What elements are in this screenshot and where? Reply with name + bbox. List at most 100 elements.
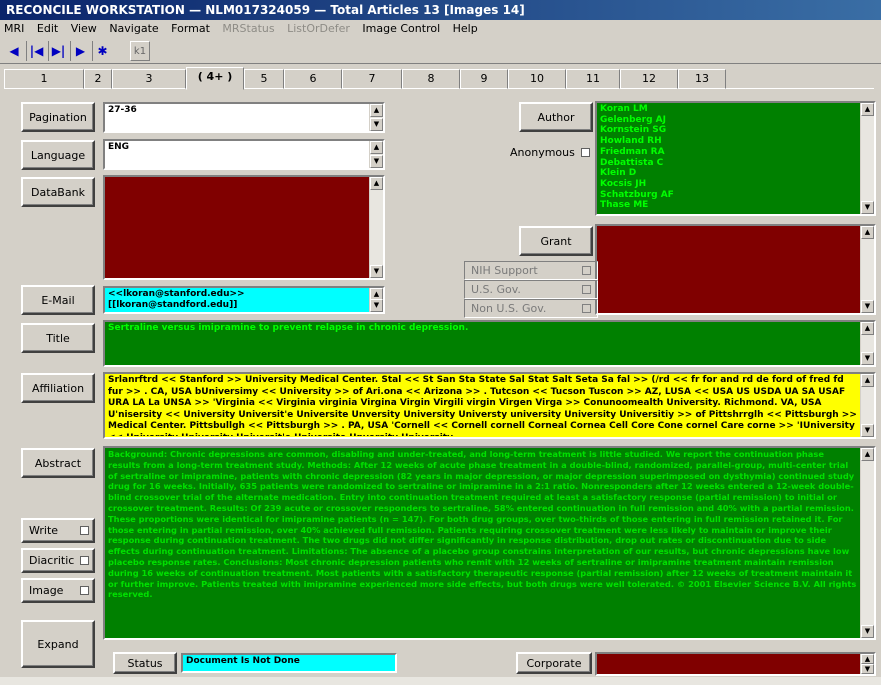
menu-image-control[interactable]: Image Control: [362, 22, 440, 35]
star-icon[interactable]: ✱: [92, 41, 112, 61]
language-field[interactable]: ENG ▲ ▼: [103, 139, 385, 170]
scroll-up-icon[interactable]: ▲: [861, 322, 874, 335]
first-article-icon[interactable]: ◀: [4, 41, 24, 61]
scroll-up-icon[interactable]: ▲: [370, 104, 383, 117]
tab-3[interactable]: 3: [112, 69, 186, 89]
tab-4-active[interactable]: ( 4+ ): [186, 67, 244, 90]
scroll-up-icon[interactable]: ▲: [861, 448, 874, 461]
email-field[interactable]: <<lkoran@stanford.edu>>[[lkoran@standfor…: [103, 286, 385, 314]
email-button[interactable]: E-Mail: [21, 285, 95, 315]
affiliation-field[interactable]: Srlanrftrd << Stanford >> University Med…: [103, 372, 876, 439]
scroll-down-icon[interactable]: ▼: [861, 424, 874, 437]
scroll-up-icon[interactable]: ▲: [861, 374, 874, 387]
write-check-box[interactable]: [80, 526, 89, 535]
grant-scrollbar[interactable]: ▲ ▼: [860, 226, 874, 313]
menu-help[interactable]: Help: [453, 22, 478, 35]
next-article-icon[interactable]: ▶|: [48, 41, 68, 61]
scroll-up-icon[interactable]: ▲: [370, 141, 383, 154]
nih-support-check-box[interactable]: [582, 266, 591, 275]
nih-support-option[interactable]: NIH Support: [464, 261, 598, 280]
scroll-up-icon[interactable]: ▲: [861, 103, 874, 116]
author-item[interactable]: Kornstein SG: [600, 125, 858, 136]
image-check-box[interactable]: [80, 586, 89, 595]
databank-scrollbar[interactable]: ▲ ▼: [369, 177, 383, 278]
title-field[interactable]: Sertraline versus imipramine to prevent …: [103, 320, 876, 367]
tab-11[interactable]: 11: [566, 69, 620, 89]
email-scrollbar[interactable]: ▲ ▼: [369, 288, 383, 312]
abstract-button[interactable]: Abstract: [21, 448, 95, 478]
author-item[interactable]: Friedman RA: [600, 147, 858, 158]
pagination-scrollbar[interactable]: ▲ ▼: [369, 104, 383, 131]
image-checkbox[interactable]: Image: [21, 578, 95, 603]
author-item[interactable]: Howland RH: [600, 136, 858, 147]
status-button[interactable]: Status: [113, 652, 177, 674]
expand-button[interactable]: Expand: [21, 620, 95, 668]
tab-6[interactable]: 6: [284, 69, 342, 89]
non-us-gov-check-box[interactable]: [582, 304, 591, 313]
language-scrollbar[interactable]: ▲ ▼: [369, 141, 383, 168]
author-item[interactable]: Thase ME: [600, 200, 858, 211]
menu-edit[interactable]: Edit: [37, 22, 58, 35]
scroll-up-icon[interactable]: ▲: [370, 177, 383, 190]
abstract-scrollbar[interactable]: ▲ ▼: [860, 448, 874, 638]
non-us-gov-option[interactable]: Non U.S. Gov.: [464, 299, 598, 318]
window-horizontal-scrollbar[interactable]: [0, 677, 881, 685]
diacritic-checkbox[interactable]: Diacritic: [21, 548, 95, 573]
databank-button[interactable]: DataBank: [21, 177, 95, 207]
scroll-up-icon[interactable]: ▲: [861, 226, 874, 239]
tab-10[interactable]: 10: [508, 69, 566, 89]
tab-8[interactable]: 8: [402, 69, 460, 89]
author-item[interactable]: Gelenberg AJ: [600, 115, 858, 126]
menu-view[interactable]: View: [71, 22, 97, 35]
menu-format[interactable]: Format: [171, 22, 210, 35]
scroll-down-icon[interactable]: ▼: [370, 299, 383, 312]
scroll-down-icon[interactable]: ▼: [861, 300, 874, 313]
pagination-field[interactable]: 27-36 ▲ ▼: [103, 102, 385, 133]
scroll-down-icon[interactable]: ▼: [370, 155, 383, 168]
diacritic-check-box[interactable]: [80, 556, 89, 565]
write-checkbox[interactable]: Write: [21, 518, 95, 543]
grant-field[interactable]: ▲ ▼: [595, 224, 876, 315]
menu-navigate[interactable]: Navigate: [109, 22, 158, 35]
scroll-down-icon[interactable]: ▼: [370, 118, 383, 131]
author-item[interactable]: Kocsis JH: [600, 179, 858, 190]
tab-5[interactable]: 5: [244, 69, 284, 89]
tab-7[interactable]: 7: [342, 69, 402, 89]
previous-article-icon[interactable]: |◀: [26, 41, 46, 61]
title-button[interactable]: Title: [21, 323, 95, 353]
scroll-down-icon[interactable]: ▼: [861, 625, 874, 638]
affiliation-button[interactable]: Affiliation: [21, 373, 95, 403]
scroll-down-icon[interactable]: ▼: [370, 265, 383, 278]
corporate-button[interactable]: Corporate: [516, 652, 592, 674]
scroll-down-icon[interactable]: ▼: [861, 664, 874, 674]
tab-9[interactable]: 9: [460, 69, 508, 89]
author-item[interactable]: Debattista C: [600, 158, 858, 169]
anonymous-check-box[interactable]: [580, 148, 590, 157]
scroll-down-icon[interactable]: ▼: [861, 201, 874, 214]
us-gov-check-box[interactable]: [582, 285, 591, 294]
author-scrollbar[interactable]: ▲ ▼: [860, 103, 874, 214]
pagination-button[interactable]: Pagination: [21, 102, 95, 132]
tab-1[interactable]: 1: [4, 69, 84, 89]
language-button[interactable]: Language: [21, 140, 95, 170]
title-scrollbar[interactable]: ▲ ▼: [860, 322, 874, 365]
us-gov-option[interactable]: U.S. Gov.: [464, 280, 598, 299]
affiliation-scrollbar[interactable]: ▲ ▼: [860, 374, 874, 437]
author-item[interactable]: Schatzburg AF: [600, 190, 858, 201]
anonymous-checkbox[interactable]: Anonymous: [510, 146, 590, 159]
corporate-scrollbar[interactable]: ▲ ▼: [860, 654, 874, 674]
abstract-field[interactable]: Background: Chronic depressions are comm…: [103, 446, 876, 640]
tab-13[interactable]: 13: [678, 69, 726, 89]
grant-button[interactable]: Grant: [519, 226, 593, 256]
author-button[interactable]: Author: [519, 102, 593, 132]
menu-mri[interactable]: MRI: [4, 22, 24, 35]
k1-button[interactable]: k1: [130, 41, 150, 61]
tab-2[interactable]: 2: [84, 69, 112, 89]
scroll-up-icon[interactable]: ▲: [861, 654, 874, 664]
author-item[interactable]: Klein D: [600, 168, 858, 179]
author-list[interactable]: Koran LM Gelenberg AJ Kornstein SG Howla…: [595, 101, 876, 216]
tab-12[interactable]: 12: [620, 69, 678, 89]
corporate-field[interactable]: ▲ ▼: [595, 652, 876, 676]
last-article-icon[interactable]: ▶: [70, 41, 90, 61]
databank-field[interactable]: ▲ ▼: [103, 175, 385, 280]
